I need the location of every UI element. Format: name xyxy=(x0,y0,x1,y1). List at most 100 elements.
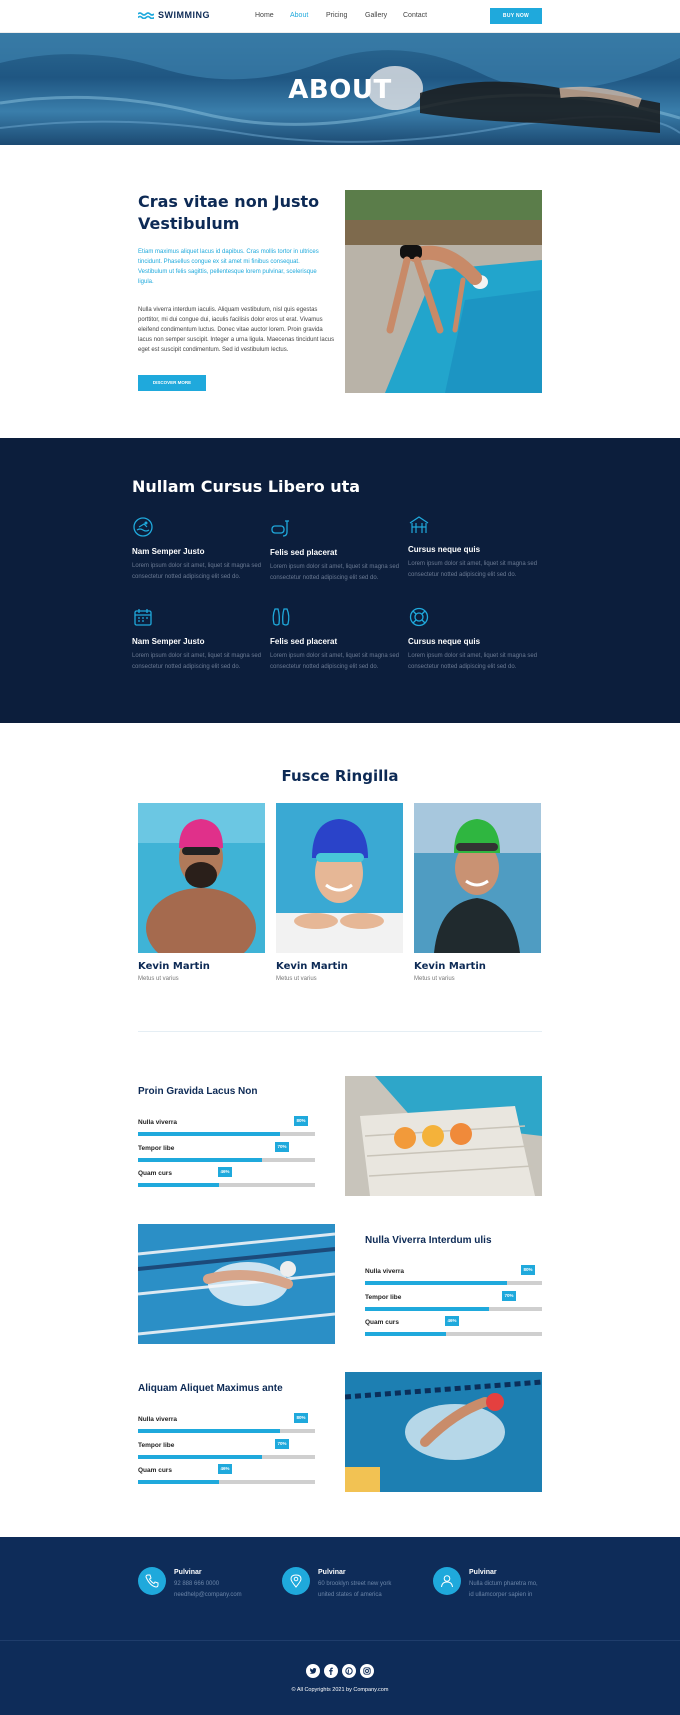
skill-track xyxy=(365,1281,542,1285)
feature-text: Lorem ipsum dolor sit amet, liquet sit m… xyxy=(408,653,538,670)
flippers-icon xyxy=(272,608,290,626)
member-name: Kevin Martin xyxy=(414,961,486,972)
buy-now-button[interactable]: BUY NOW xyxy=(490,8,542,24)
copyright-text: © All Copyrights 2021 by Company.com xyxy=(291,1687,389,1693)
member-name: Kevin Martin xyxy=(138,961,210,972)
pool-house-icon xyxy=(409,516,429,533)
calendar-icon xyxy=(134,609,152,626)
team-member-card[interactable]: Kevin Martin Metus ut varius xyxy=(138,803,265,982)
site-logo[interactable]: SWIMMING xyxy=(138,10,210,20)
skill-percent: 70% xyxy=(275,1439,289,1449)
discover-more-button[interactable]: DISCOVER MORE xyxy=(138,375,206,391)
skill-percent: 70% xyxy=(502,1291,516,1301)
swimmer-diving-photo xyxy=(345,190,542,393)
site-footer: Pulvinar 92 888 666 0000 needhelp@compan… xyxy=(0,1537,680,1715)
contact-title: Pulvinar xyxy=(174,1569,202,1576)
skill-bar: Quam curs 46% xyxy=(138,1167,315,1187)
skills-heading: Nulla Viverra Interdum ulis xyxy=(365,1235,492,1246)
feature-item: Nam Semper Justo Lorem ipsum dolor sit a… xyxy=(132,606,272,673)
twitter-icon[interactable] xyxy=(306,1664,320,1678)
skill-track xyxy=(365,1307,542,1311)
contact-text-line: Nulla dictum pharetra mo, xyxy=(469,1581,538,1587)
team-member-card[interactable]: Kevin Martin Metus ut varius xyxy=(414,803,541,982)
nav-link-pricing[interactable]: Pricing xyxy=(326,12,347,19)
instagram-icon[interactable] xyxy=(360,1664,374,1678)
skill-bar: Quam curs 46% xyxy=(138,1464,315,1484)
skill-track xyxy=(138,1455,315,1459)
feature-item: Felis sed placerat Lorem ipsum dolor sit… xyxy=(270,517,410,584)
location-pin-icon xyxy=(282,1567,310,1595)
page-title: ABOUT xyxy=(288,75,392,105)
footer-divider xyxy=(0,1640,680,1641)
pinterest-icon[interactable] xyxy=(342,1664,356,1678)
contact-phone[interactable]: 92 888 666 0000 xyxy=(174,1581,242,1587)
skill-bar: Tempor libe 70% xyxy=(365,1291,542,1311)
skill-percent: 46% xyxy=(218,1167,232,1177)
feature-item: Cursus neque quis Lorem ipsum dolor sit … xyxy=(408,514,548,581)
contact-email[interactable]: needhelp@company.com xyxy=(174,1592,242,1598)
feature-name: Felis sed placerat xyxy=(270,637,338,646)
nav-link-gallery[interactable]: Gallery xyxy=(365,12,387,19)
skill-bar: Tempor libe 70% xyxy=(138,1142,315,1162)
feature-name: Cursus neque quis xyxy=(408,545,481,554)
skill-fill xyxy=(138,1480,220,1484)
team-member-card[interactable]: Kevin Martin Metus ut varius xyxy=(276,803,403,982)
nav-link-home[interactable]: Home xyxy=(255,12,274,19)
user-icon xyxy=(433,1567,461,1595)
contact-title: Pulvinar xyxy=(469,1569,497,1576)
waves-icon xyxy=(138,12,154,19)
feature-text: Lorem ipsum dolor sit amet, liquet sit m… xyxy=(132,563,262,580)
feature-text: Lorem ipsum dolor sit amet, liquet sit m… xyxy=(408,561,538,578)
skill-fill xyxy=(138,1455,262,1459)
member-name: Kevin Martin xyxy=(276,961,348,972)
feature-name: Cursus neque quis xyxy=(408,637,481,646)
skill-track xyxy=(138,1132,315,1136)
snorkel-icon xyxy=(271,520,289,537)
nav-link-about[interactable]: About xyxy=(290,12,308,19)
about-body-text: Nulla viverra interdum iaculis. Aliquam … xyxy=(138,307,335,353)
skill-bar: Tempor libe 70% xyxy=(138,1439,315,1459)
section-divider xyxy=(138,1031,542,1032)
contact-address-line: 60 brooklyn street new york xyxy=(318,1581,392,1587)
skill-fill xyxy=(138,1183,220,1187)
member-photo xyxy=(138,803,265,953)
skill-percent: 80% xyxy=(294,1116,308,1126)
member-role: Metus ut varius xyxy=(138,976,179,982)
contact-block: Pulvinar 92 888 666 0000 needhelp@compan… xyxy=(138,1567,242,1598)
member-role: Metus ut varius xyxy=(414,976,455,982)
skill-percent: 80% xyxy=(521,1265,535,1275)
skill-percent: 80% xyxy=(294,1413,308,1423)
skills-heading: Aliquam Aliquet Maximus ante xyxy=(138,1383,283,1394)
skill-label: Nulla viverra xyxy=(138,1119,178,1126)
feature-item: Felis sed placerat Lorem ipsum dolor sit… xyxy=(270,606,410,673)
feature-text: Lorem ipsum dolor sit amet, liquet sit m… xyxy=(270,653,400,670)
about-lead-text: Etiam maximus aliquet lacus id dapibus. … xyxy=(138,249,319,285)
skill-label: Nulla viverra xyxy=(138,1416,178,1423)
skill-percent: 46% xyxy=(445,1316,459,1326)
contact-text-line: id ullamcorper sapien in xyxy=(469,1592,533,1598)
skill-bar: Nulla viverra 80% xyxy=(138,1413,315,1433)
member-photo xyxy=(414,803,541,953)
feature-item: Cursus neque quis Lorem ipsum dolor sit … xyxy=(408,606,548,673)
hero-banner: ABOUT xyxy=(0,33,680,145)
contact-block: Pulvinar Nulla dictum pharetra mo, id ul… xyxy=(433,1567,538,1598)
skill-bar: Nulla viverra 80% xyxy=(138,1116,315,1136)
skill-track xyxy=(365,1332,542,1336)
skill-bar: Nulla viverra 80% xyxy=(365,1265,542,1285)
feature-name: Felis sed placerat xyxy=(270,548,338,557)
features-heading: Nullam Cursus Libero uta xyxy=(132,477,361,496)
facebook-icon[interactable] xyxy=(324,1664,338,1678)
member-photo xyxy=(276,803,403,953)
skill-fill xyxy=(365,1332,447,1336)
skills-heading: Proin Gravida Lacus Non xyxy=(138,1086,258,1097)
skill-track xyxy=(138,1183,315,1187)
features-section: Nullam Cursus Libero uta Nam Semper Just… xyxy=(0,438,680,723)
skill-track xyxy=(138,1158,315,1162)
social-links xyxy=(306,1664,374,1678)
skill-fill xyxy=(138,1132,280,1136)
skill-fill xyxy=(365,1307,489,1311)
pool-juice-photo xyxy=(345,1076,542,1196)
nav-link-contact[interactable]: Contact xyxy=(403,12,427,19)
skill-fill xyxy=(365,1281,507,1285)
skill-percent: 46% xyxy=(218,1464,232,1474)
